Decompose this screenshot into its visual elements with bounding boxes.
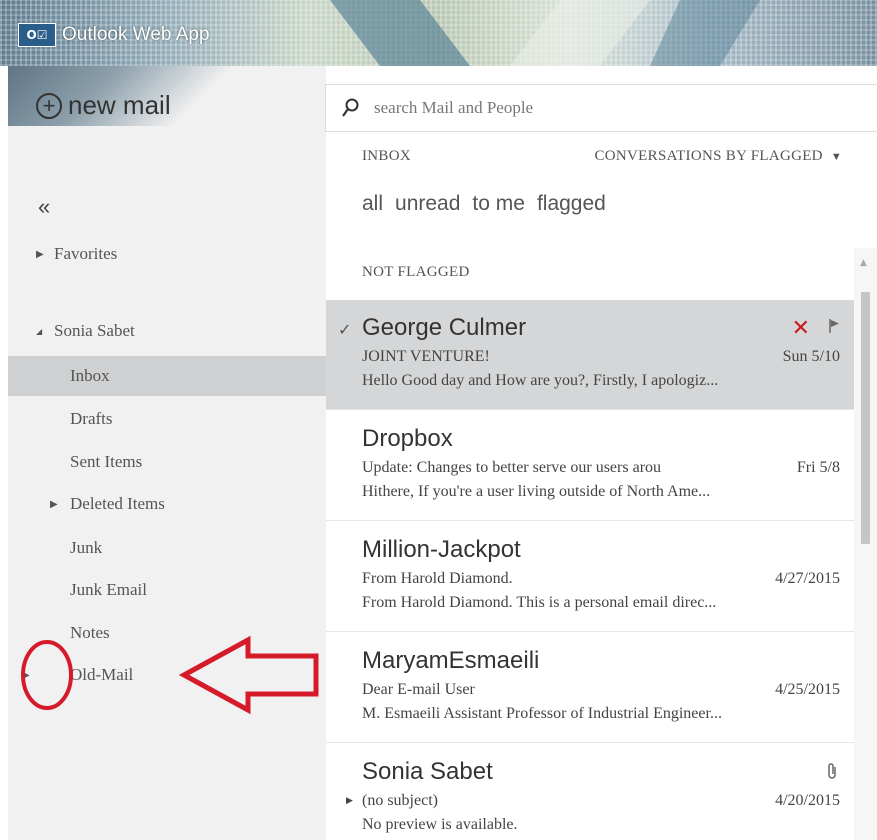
collapse-sidebar-button[interactable]: « [38, 194, 50, 220]
folder-sidebar: + new mail « ▶ Favorites ◢ Sonia Sabet I… [8, 66, 326, 840]
folder-label: Notes [70, 623, 110, 642]
outlook-logo-icon: O☑ [18, 23, 56, 47]
expand-right-icon[interactable]: ▶ [50, 499, 58, 510]
favorites-node[interactable]: ▶ Favorites [36, 244, 117, 264]
search-box[interactable] [325, 84, 877, 132]
app-title: Outlook Web App [62, 24, 210, 45]
flag-icon[interactable] [828, 318, 840, 334]
folder-label: Sent Items [70, 452, 143, 471]
message-preview: From Harold Diamond. This is a personal … [362, 594, 717, 611]
message-row[interactable]: ✓ George Culmer ✕ JOINT VENTURE! Sun 5/1… [326, 300, 854, 410]
new-mail-button[interactable]: + new mail [36, 90, 171, 121]
message-subject: JOINT VENTURE! [362, 348, 490, 365]
folder-label: Old-Mail [70, 665, 134, 684]
current-folder-label: INBOX [362, 148, 411, 164]
message-sender: George Culmer [362, 314, 527, 341]
delete-icon[interactable]: ✕ [792, 316, 810, 341]
paperclip-icon [828, 763, 836, 779]
message-date: Fri 5/8 [796, 459, 840, 476]
check-icon[interactable]: ✓ [338, 320, 351, 339]
folder-label: Inbox [70, 366, 110, 385]
message-date: 4/25/2015 [775, 681, 840, 698]
scroll-thumb[interactable] [861, 292, 870, 544]
folder-old-mail[interactable]: ▶ Old-Mail [8, 655, 326, 695]
message-subject: Dear E-mail User [362, 681, 475, 698]
message-date: 4/20/2015 [775, 792, 840, 809]
folder-label: Junk Email [70, 580, 147, 599]
message-sender: Dropbox [362, 425, 453, 452]
plus-circle-icon: + [36, 92, 62, 119]
group-header: NOT FLAGGED [362, 264, 470, 280]
new-mail-label: new mail [68, 90, 171, 120]
folder-drafts[interactable]: Drafts [8, 399, 326, 439]
folder-notes[interactable]: Notes [8, 613, 326, 653]
expand-conversation-icon[interactable]: ▶ [346, 796, 353, 806]
message-preview: M. Esmaeili Assistant Professor of Indus… [362, 705, 722, 722]
message-preview: No preview is available. [362, 816, 518, 833]
header-banner: O☑ Outlook Web App [0, 0, 877, 66]
message-list-scrollbar[interactable]: ▲ [854, 248, 877, 840]
chevron-down-icon: ▼ [830, 150, 842, 163]
message-preview: Hello Good day and How are you?, Firstly… [362, 372, 719, 389]
filter-unread[interactable]: unread [395, 192, 460, 216]
folder-junk[interactable]: Junk [8, 528, 326, 568]
message-subject: From Harold Diamond. [362, 570, 513, 587]
message-subject: Update: Changes to better serve our user… [362, 459, 662, 476]
folder-junk-email[interactable]: Junk Email [8, 570, 326, 610]
folder-inbox[interactable]: Inbox [8, 356, 326, 396]
sort-dropdown[interactable]: CONVERSATIONS BY FLAGGED ▼ [594, 148, 842, 165]
search-input[interactable] [372, 97, 836, 119]
account-node[interactable]: ◢ Sonia Sabet [36, 321, 135, 341]
search-icon [342, 98, 359, 117]
message-subject: (no subject) [362, 792, 438, 809]
filter-to-me[interactable]: to me [472, 192, 525, 216]
app-brand[interactable]: O☑ Outlook Web App [18, 22, 210, 48]
expand-right-icon[interactable]: ▶ [22, 670, 30, 681]
message-date: 4/27/2015 [775, 570, 840, 587]
message-sender: Sonia Sabet [362, 758, 493, 785]
message-sender: Million-Jackpot [362, 536, 521, 563]
message-row[interactable]: Sonia Sabet ▶ (no subject) 4/20/2015 No … [326, 744, 854, 840]
folder-label: Junk [70, 538, 103, 557]
folder-label: Deleted Items [70, 494, 165, 513]
scroll-up-icon[interactable]: ▲ [860, 258, 867, 268]
message-sender: MaryamEsmaeili [362, 647, 540, 674]
collapse-down-icon: ◢ [36, 326, 43, 336]
message-date: Sun 5/10 [782, 348, 840, 365]
folder-sent-items[interactable]: Sent Items [8, 442, 326, 482]
message-list-header: INBOX CONVERSATIONS BY FLAGGED ▼ [362, 148, 842, 168]
message-row[interactable]: Million-Jackpot From Harold Diamond. 4/2… [326, 522, 854, 632]
message-row[interactable]: MaryamEsmaeili Dear E-mail User 4/25/201… [326, 633, 854, 743]
message-row[interactable]: Dropbox Update: Changes to better serve … [326, 411, 854, 521]
account-label: Sonia Sabet [54, 321, 135, 340]
filter-bar: all unread to me flagged [362, 192, 606, 216]
folder-deleted-items[interactable]: ▶ Deleted Items [8, 484, 326, 524]
expand-right-icon: ▶ [36, 248, 44, 260]
filter-flagged[interactable]: flagged [537, 192, 606, 216]
filter-all[interactable]: all [362, 192, 383, 216]
sort-label: CONVERSATIONS BY FLAGGED [594, 148, 823, 164]
folder-label: Drafts [70, 409, 113, 428]
message-preview: Hithere, If you're a user living outside… [362, 483, 711, 500]
favorites-label: Favorites [54, 244, 118, 263]
